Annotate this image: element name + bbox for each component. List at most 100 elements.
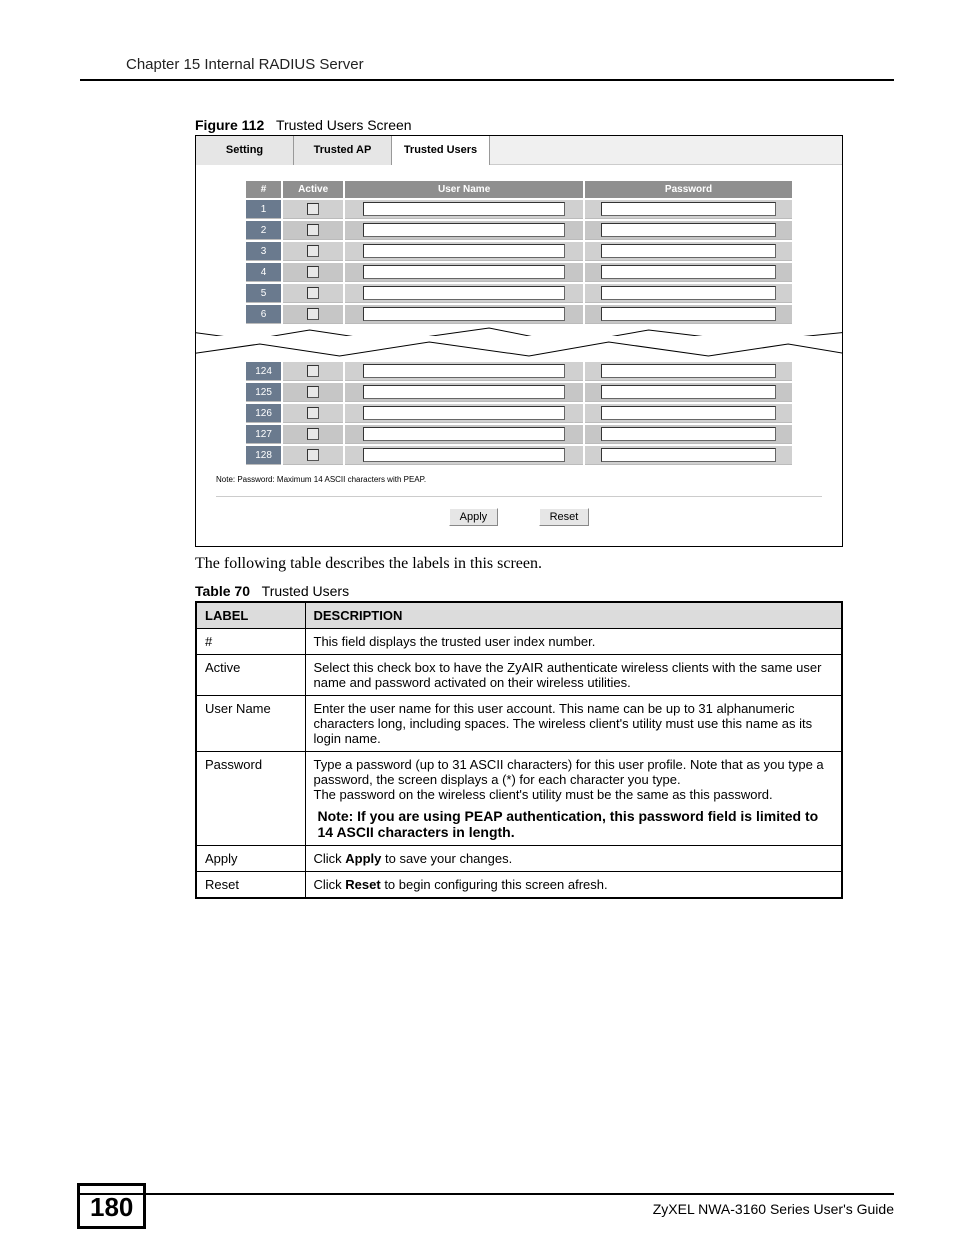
tab-setting[interactable]: Setting — [196, 136, 294, 165]
table-row: 1 — [246, 200, 792, 219]
desc-label: Apply — [196, 846, 305, 872]
table-row: 127 — [246, 425, 792, 444]
username-input[interactable] — [363, 448, 565, 462]
row-index: 6 — [246, 305, 281, 324]
chapter-header: Chapter 15 Internal RADIUS Server — [80, 50, 894, 81]
table-row: 3 — [246, 242, 792, 261]
password-input[interactable] — [601, 202, 777, 216]
intro-text: The following table describes the labels… — [195, 555, 894, 573]
desc-label: Reset — [196, 872, 305, 899]
desc-row: Active Select this check box to have the… — [196, 655, 842, 696]
desc-label: User Name — [196, 696, 305, 752]
active-checkbox[interactable] — [307, 287, 319, 299]
desc-text: This field displays the trusted user ind… — [305, 629, 842, 655]
desc-label: Active — [196, 655, 305, 696]
row-index: 2 — [246, 221, 281, 240]
col-username: User Name — [345, 181, 583, 198]
table-row: 6 — [246, 305, 792, 324]
password-input[interactable] — [601, 244, 777, 258]
t: to save your changes. — [381, 851, 512, 866]
figure-caption: Figure 112 Trusted Users Screen — [195, 117, 894, 133]
desc-label: Password — [196, 752, 305, 846]
desc-row: User Name Enter the user name for this u… — [196, 696, 842, 752]
password-input[interactable] — [601, 385, 777, 399]
desc-label: # — [196, 629, 305, 655]
pwd-note: Note: If you are using PEAP authenticati… — [314, 808, 834, 840]
guide-title: ZyXEL NWA-3160 Series User's Guide — [653, 1201, 894, 1217]
row-index: 124 — [246, 362, 281, 381]
active-checkbox[interactable] — [307, 386, 319, 398]
desc-row: # This field displays the trusted user i… — [196, 629, 842, 655]
password-input[interactable] — [601, 406, 777, 420]
password-input[interactable] — [601, 265, 777, 279]
t: Reset — [345, 877, 380, 892]
col-num: # — [246, 181, 281, 198]
row-index: 128 — [246, 446, 281, 465]
desc-text: Click Apply to save your changes. — [305, 846, 842, 872]
active-checkbox[interactable] — [307, 245, 319, 257]
username-input[interactable] — [363, 286, 565, 300]
row-index: 5 — [246, 284, 281, 303]
desc-text: Click Reset to begin configuring this sc… — [305, 872, 842, 899]
reset-button[interactable]: Reset — [539, 508, 590, 526]
desc-text: Select this check box to have the ZyAIR … — [305, 655, 842, 696]
tab-filler — [490, 136, 842, 165]
table-label: Table 70 — [195, 583, 250, 599]
t: to begin configuring this screen afresh. — [381, 877, 608, 892]
active-checkbox[interactable] — [307, 449, 319, 461]
active-checkbox[interactable] — [307, 428, 319, 440]
active-checkbox[interactable] — [307, 266, 319, 278]
password-input[interactable] — [601, 307, 777, 321]
pwd-p1: Type a password (up to 31 ASCII characte… — [314, 757, 824, 787]
table-row: 4 — [246, 263, 792, 282]
t: Apply — [345, 851, 381, 866]
active-checkbox[interactable] — [307, 224, 319, 236]
tab-bar: Setting Trusted AP Trusted Users — [196, 136, 842, 165]
form-sheet: # Active User Name Password 1 2 3 4 5 6 … — [196, 165, 842, 526]
header-label: LABEL — [196, 602, 305, 629]
desc-row: Apply Click Apply to save your changes. — [196, 846, 842, 872]
username-input[interactable] — [363, 223, 565, 237]
active-checkbox[interactable] — [307, 203, 319, 215]
tab-trusted-users[interactable]: Trusted Users — [392, 136, 490, 165]
password-input[interactable] — [601, 427, 777, 441]
users-table-bottom: 124 125 126 127 128 — [244, 360, 794, 467]
desc-header-row: LABEL DESCRIPTION — [196, 602, 842, 629]
t: Click — [314, 851, 346, 866]
table-row: 5 — [246, 284, 792, 303]
table-row: 128 — [246, 446, 792, 465]
username-input[interactable] — [363, 406, 565, 420]
active-checkbox[interactable] — [307, 407, 319, 419]
password-input[interactable] — [601, 223, 777, 237]
tab-trusted-ap[interactable]: Trusted AP — [294, 136, 392, 165]
row-index: 127 — [246, 425, 281, 444]
active-checkbox[interactable] — [307, 365, 319, 377]
pwd-p2: The password on the wireless client's ut… — [314, 787, 773, 802]
username-input[interactable] — [363, 364, 565, 378]
active-checkbox[interactable] — [307, 308, 319, 320]
t: Click — [314, 877, 346, 892]
desc-row: Password Type a password (up to 31 ASCII… — [196, 752, 842, 846]
username-input[interactable] — [363, 385, 565, 399]
username-input[interactable] — [363, 202, 565, 216]
table-row: 125 — [246, 383, 792, 402]
row-index: 126 — [246, 404, 281, 423]
screenshot-trusted-users: Setting Trusted AP Trusted Users # Activ… — [195, 135, 843, 547]
page-footer: 180 ZyXEL NWA-3160 Series User's Guide — [80, 1193, 894, 1195]
col-active: Active — [283, 181, 343, 198]
apply-button[interactable]: Apply — [449, 508, 499, 526]
password-input[interactable] — [601, 448, 777, 462]
table-row: 2 — [246, 221, 792, 240]
tear-effect — [195, 336, 843, 360]
desc-text: Enter the user name for this user accoun… — [305, 696, 842, 752]
table-row: 124 — [246, 362, 792, 381]
table-header-row: # Active User Name Password — [246, 181, 792, 198]
username-input[interactable] — [363, 427, 565, 441]
password-input[interactable] — [601, 364, 777, 378]
password-input[interactable] — [601, 286, 777, 300]
username-input[interactable] — [363, 307, 565, 321]
username-input[interactable] — [363, 265, 565, 279]
row-index: 3 — [246, 242, 281, 261]
username-input[interactable] — [363, 244, 565, 258]
col-password: Password — [585, 181, 792, 198]
